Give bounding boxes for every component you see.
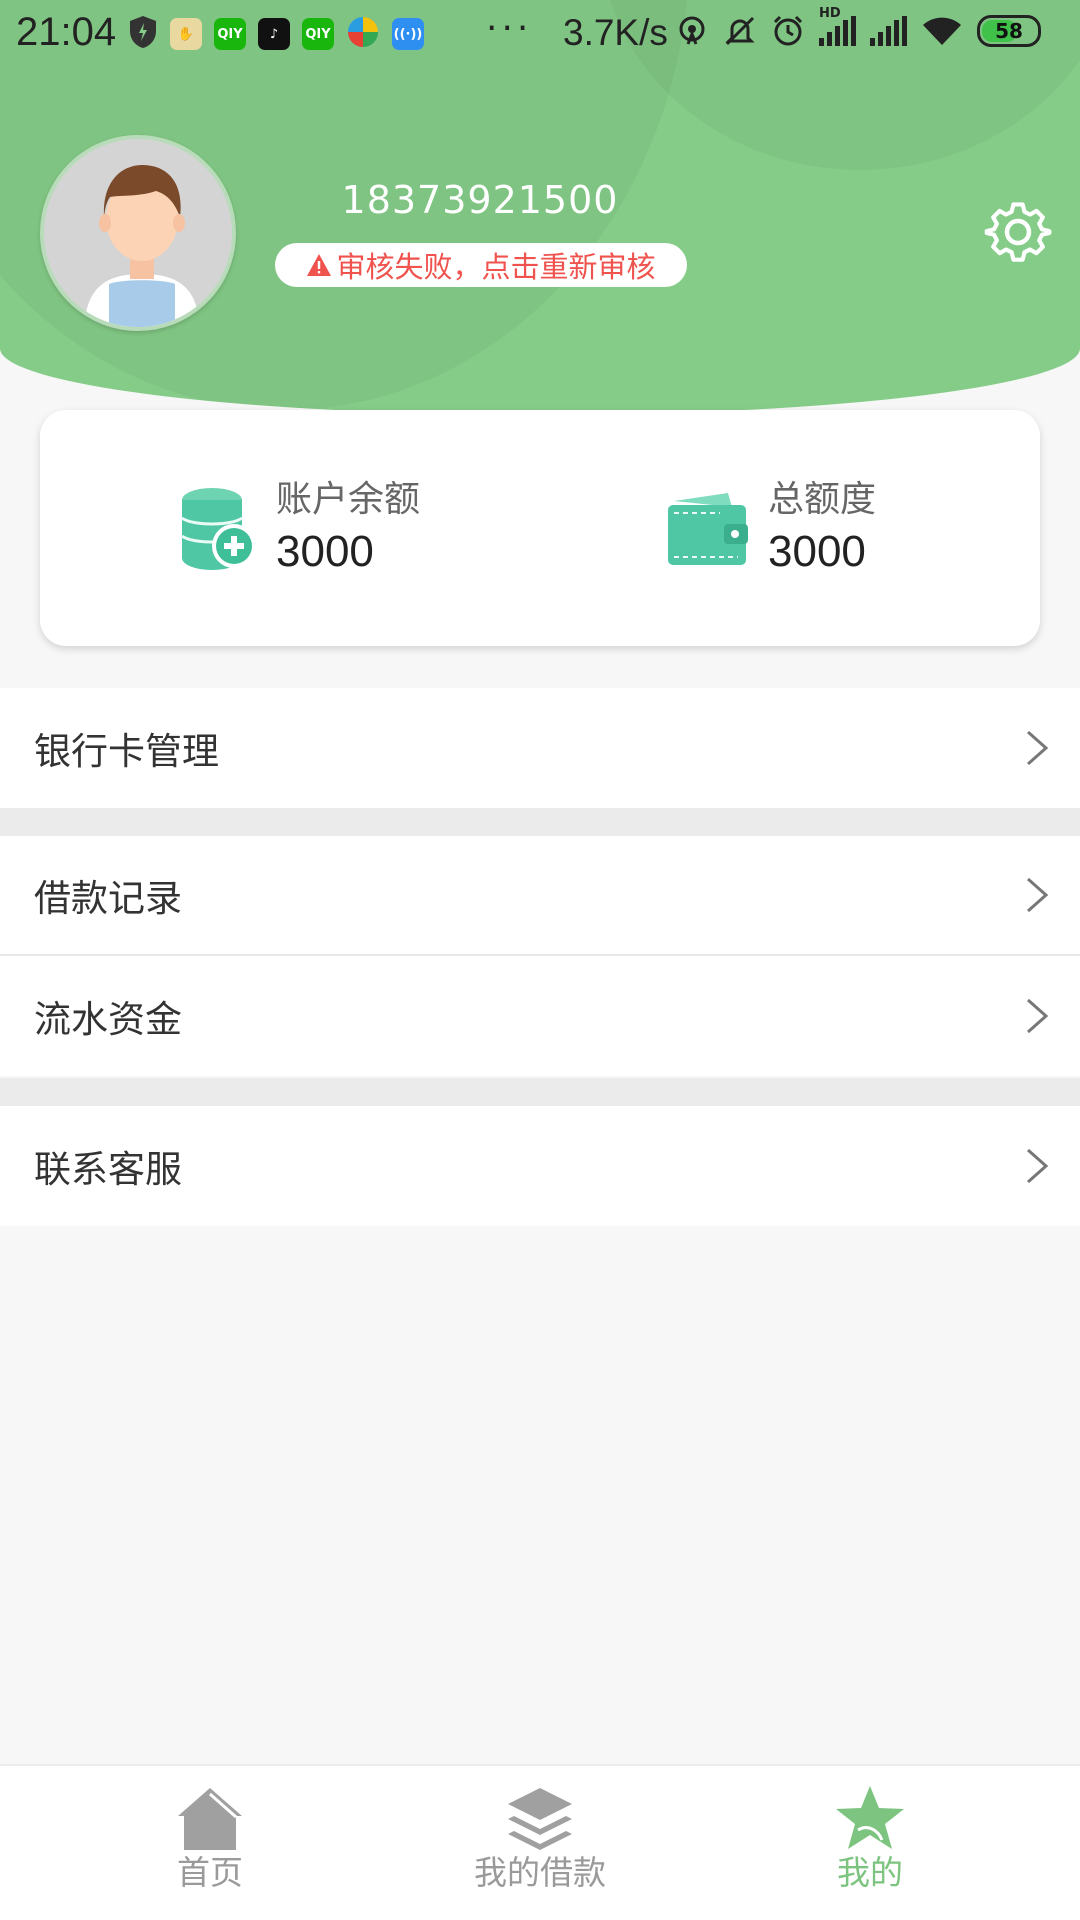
menu-item-loan-records[interactable]: 借款记录 — [0, 836, 1080, 956]
layers-icon — [508, 1788, 572, 1850]
menu-item-contact-service[interactable]: 联系客服 — [0, 1106, 1080, 1226]
avatar[interactable] — [40, 135, 236, 331]
menu-item-label: 流水资金 — [34, 998, 182, 1041]
tab-home[interactable]: 首页 — [90, 1784, 330, 1894]
warning-icon — [307, 254, 332, 276]
hand-icon: ✋ — [170, 18, 202, 50]
menu-group: 银行卡管理 — [0, 688, 1080, 808]
balance-card: 账户余额 3000 总额度 3000 — [40, 410, 1040, 646]
audit-status-button[interactable]: 审核失败，点击重新审核 — [275, 243, 687, 287]
status-time: 21:04 — [16, 10, 117, 54]
settings-gear-icon[interactable] — [984, 198, 1052, 266]
status-bar: 21:04 ✋ QIY ♪ QIY ((·)) ··· 3.7K/s HD 58 — [0, 0, 1080, 66]
tab-mine[interactable]: 我的 — [750, 1784, 990, 1894]
menu-item-cash-flow[interactable]: 流水资金 — [0, 956, 1080, 1076]
shield-icon — [128, 15, 158, 53]
user-avatar-icon — [84, 164, 200, 327]
audit-status-text: 审核失败，点击重新审核 — [336, 250, 656, 284]
chevron-right-icon — [1027, 730, 1049, 766]
menu-item-bank-card[interactable]: 银行卡管理 — [0, 688, 1080, 808]
coins-icon — [181, 488, 256, 570]
wallet-icon — [668, 493, 748, 565]
bottom-tab-bar: 首页 我的借款 我的 — [0, 1764, 1080, 1920]
iqiyi-icon: QIY — [302, 18, 334, 50]
balance-label: 账户余额 — [276, 479, 421, 520]
wifi-share-icon: ((·)) — [392, 18, 424, 50]
chevron-right-icon — [1027, 877, 1049, 913]
mute-bell-icon — [725, 16, 755, 46]
net-speed: 3.7K/s — [563, 12, 668, 53]
menu-item-label: 借款记录 — [34, 877, 182, 920]
star-icon — [836, 1786, 904, 1849]
hd-signal-icon: HD — [819, 6, 856, 46]
menu-item-label: 银行卡管理 — [34, 730, 219, 773]
tiktok-icon: ♪ — [258, 18, 290, 50]
tab-label: 首页 — [177, 1853, 243, 1892]
chevron-right-icon — [1027, 1148, 1049, 1184]
limit-label: 总额度 — [768, 479, 877, 520]
section-divider — [0, 808, 1080, 836]
limit-value: 3000 — [768, 527, 866, 576]
iqiyi-icon: QIY — [214, 18, 246, 50]
hotspot-icon — [679, 16, 705, 45]
battery-icon: 58 — [977, 15, 1041, 47]
signal-icon — [870, 16, 907, 46]
tab-my-loans[interactable]: 我的借款 — [420, 1784, 660, 1894]
more-notifications-icon: ··· — [486, 8, 533, 49]
tab-label: 我的 — [837, 1853, 903, 1892]
chevron-right-icon — [1027, 998, 1049, 1034]
total-limit[interactable]: 总额度 3000 — [666, 478, 876, 582]
wifi-icon — [923, 17, 961, 45]
user-phone: 18373921500 — [341, 178, 619, 222]
home-icon — [178, 1788, 242, 1850]
menu-group: 联系客服 — [0, 1106, 1080, 1226]
alarm-icon — [773, 15, 803, 46]
tab-label: 我的借款 — [474, 1853, 606, 1892]
menu-group: 借款记录 流水资金 — [0, 836, 1080, 1076]
browser-icon — [346, 15, 380, 53]
menu-item-label: 联系客服 — [34, 1148, 182, 1191]
section-divider — [0, 1078, 1080, 1106]
account-balance[interactable]: 账户余额 3000 — [180, 478, 420, 582]
balance-value: 3000 — [276, 527, 374, 576]
